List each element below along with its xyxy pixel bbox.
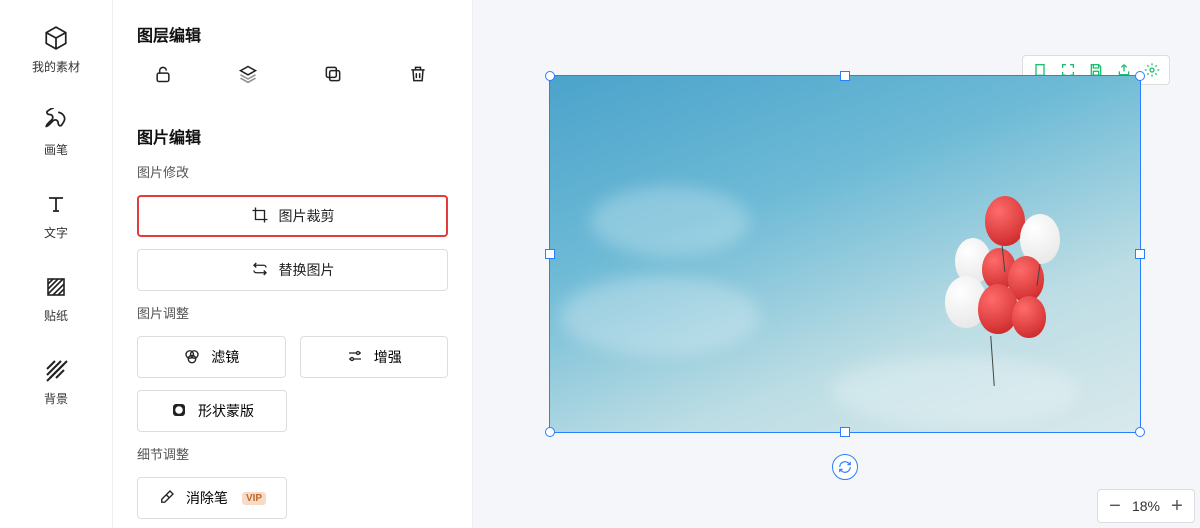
nav-label: 画笔 xyxy=(44,141,68,158)
sliders-icon xyxy=(346,347,364,368)
filter-label: 滤镜 xyxy=(211,347,239,367)
handle-n[interactable] xyxy=(840,71,850,81)
modify-subhead: 图片修改 xyxy=(137,162,448,181)
diagonal-lines-icon xyxy=(42,356,70,384)
nav-item-brush[interactable]: 画笔 xyxy=(42,107,70,158)
replace-label: 替换图片 xyxy=(279,260,335,280)
brush-icon xyxy=(42,107,70,135)
nav-item-materials[interactable]: 我的素材 xyxy=(32,24,80,75)
copy-button[interactable] xyxy=(319,60,347,88)
handle-e[interactable] xyxy=(1135,249,1145,259)
image-edit-title: 图片编辑 xyxy=(137,124,448,148)
adjust-subhead: 图片调整 xyxy=(137,303,448,322)
image-content xyxy=(550,76,1140,432)
handle-sw[interactable] xyxy=(545,427,555,437)
nav-item-text[interactable]: 文字 xyxy=(42,190,70,241)
hatch-icon xyxy=(42,273,70,301)
replace-button[interactable]: 替换图片 xyxy=(137,249,448,291)
eraser-icon xyxy=(158,488,176,509)
handle-s[interactable] xyxy=(840,427,850,437)
swap-icon xyxy=(251,260,269,281)
selected-image[interactable] xyxy=(550,76,1140,432)
edit-panel: 图层编辑 图片编辑 图片修改 图片裁剪 替换图片 图片调整 滤镜 增强 形状蒙版… xyxy=(113,0,473,528)
nav-label: 贴纸 xyxy=(44,307,68,324)
nav-label: 文字 xyxy=(44,224,68,241)
zoom-level: 18% xyxy=(1132,498,1160,514)
canvas-area[interactable]: − 18% + xyxy=(473,0,1200,528)
crop-button[interactable]: 图片裁剪 xyxy=(137,195,448,237)
eraser-button[interactable]: 消除笔 VIP xyxy=(137,477,287,519)
shape-mask-button[interactable]: 形状蒙版 xyxy=(137,390,287,432)
detail-subhead: 细节调整 xyxy=(137,444,448,463)
enhance-label: 增强 xyxy=(374,347,402,367)
cube-icon xyxy=(42,24,70,52)
filter-icon xyxy=(183,347,201,368)
handle-nw[interactable] xyxy=(545,71,555,81)
nav-label: 我的素材 xyxy=(32,58,80,75)
zoom-control: − 18% + xyxy=(1097,489,1195,523)
vip-badge: VIP xyxy=(242,492,266,505)
nav-item-sticker[interactable]: 贴纸 xyxy=(42,273,70,324)
nav-label: 背景 xyxy=(44,390,68,407)
left-nav: 我的素材 画笔 文字 贴纸 背景 xyxy=(0,0,113,528)
layer-actions xyxy=(137,60,448,106)
crop-icon xyxy=(251,206,269,227)
lock-button[interactable] xyxy=(149,60,177,88)
zoom-in-button[interactable]: + xyxy=(1170,496,1184,516)
enhance-button[interactable]: 增强 xyxy=(300,336,449,378)
filter-button[interactable]: 滤镜 xyxy=(137,336,286,378)
zoom-out-button[interactable]: − xyxy=(1108,496,1122,516)
handle-se[interactable] xyxy=(1135,427,1145,437)
nav-item-background[interactable]: 背景 xyxy=(42,356,70,407)
rotate-handle[interactable] xyxy=(832,454,858,480)
handle-w[interactable] xyxy=(545,249,555,259)
crop-label: 图片裁剪 xyxy=(279,206,335,226)
text-icon xyxy=(42,190,70,218)
eraser-label: 消除笔 xyxy=(186,488,228,508)
delete-button[interactable] xyxy=(404,60,432,88)
layers-button[interactable] xyxy=(234,60,262,88)
layer-edit-title: 图层编辑 xyxy=(137,22,448,46)
shape-icon xyxy=(170,401,188,422)
handle-ne[interactable] xyxy=(1135,71,1145,81)
shape-mask-label: 形状蒙版 xyxy=(198,401,254,421)
